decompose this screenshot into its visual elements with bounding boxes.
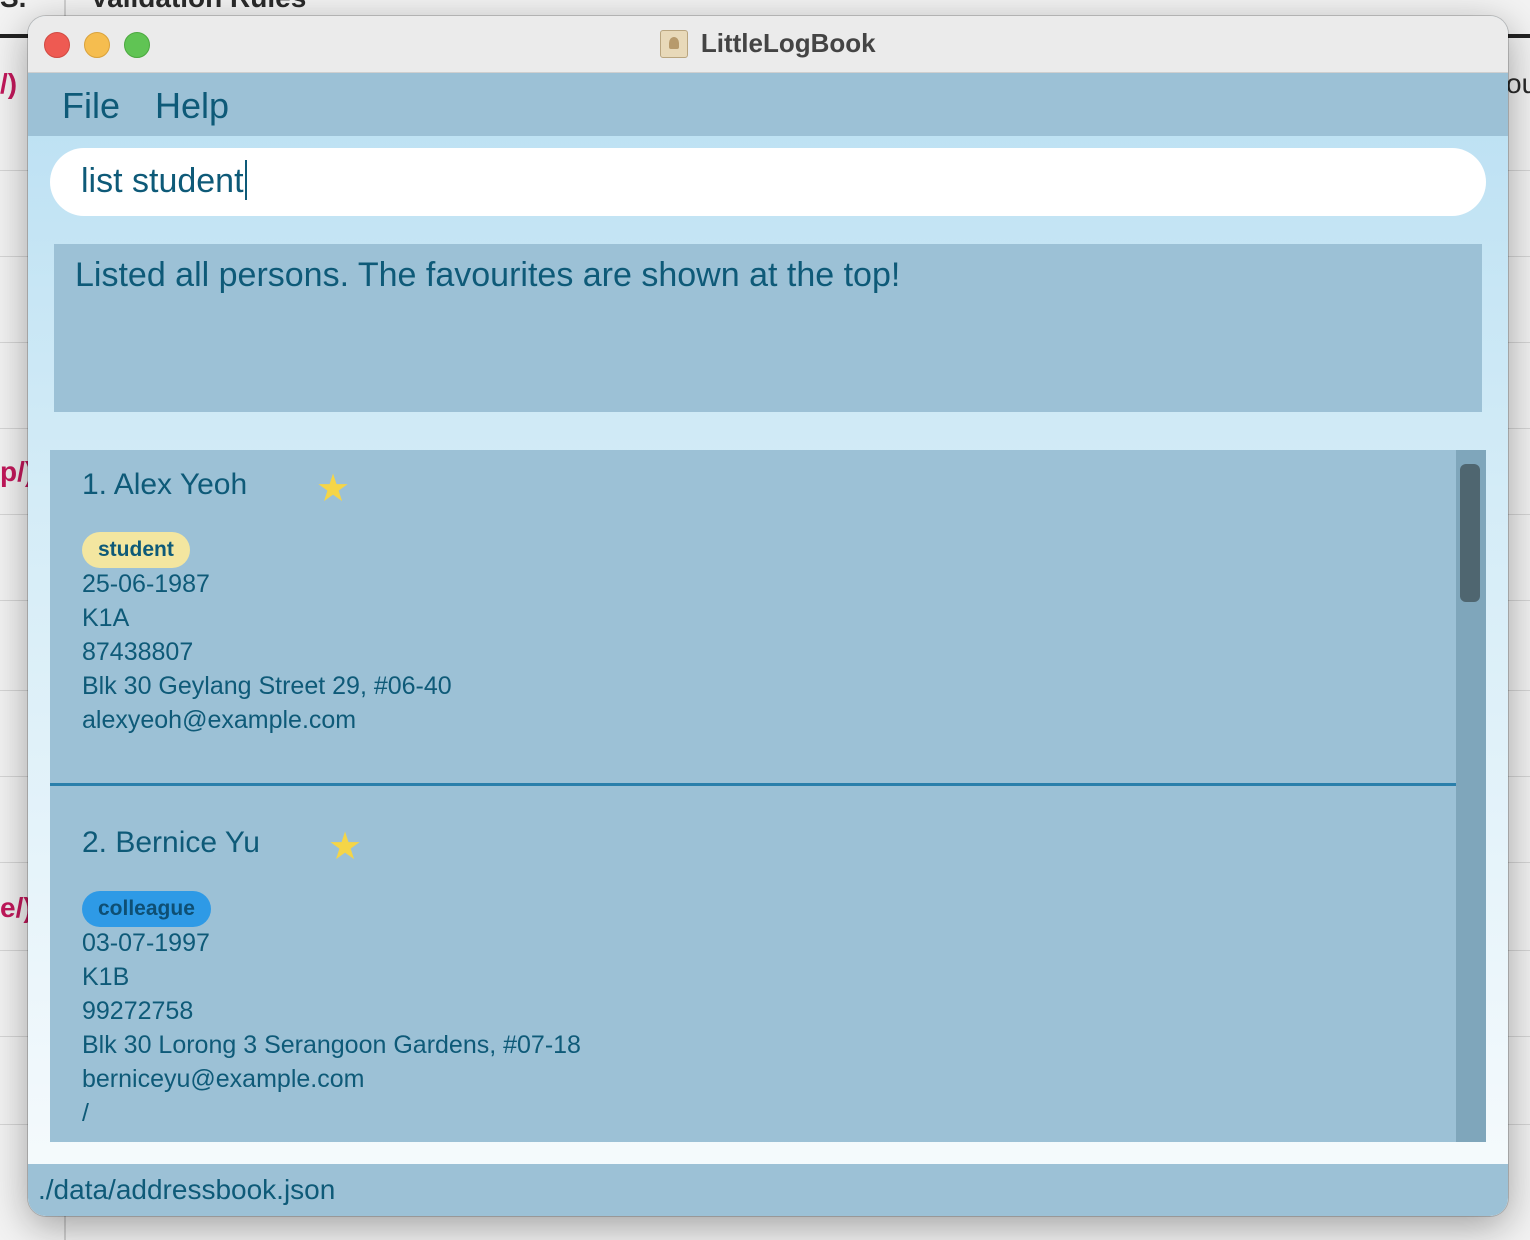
- person-birthday: 25-06-1987: [82, 570, 210, 598]
- person-card[interactable]: 1. Alex Yeoh ★ student 25-06-1987 K1A 87…: [50, 450, 1456, 786]
- person-address: Blk 30 Lorong 3 Serangoon Gardens, #07-1…: [82, 1031, 581, 1059]
- app-window: LittleLogBook File Help list student Lis…: [28, 16, 1508, 1216]
- background-fragment: ou: [1506, 68, 1530, 99]
- person-email: berniceyu@example.com: [82, 1065, 365, 1093]
- menu-file[interactable]: File: [62, 85, 120, 127]
- star-icon: ★: [316, 468, 351, 510]
- person-card[interactable]: 2. Bernice Yu ★ colleague 03-07-1997 K1B…: [50, 786, 1456, 1142]
- menu-help[interactable]: Help: [155, 85, 229, 127]
- background-rule: [0, 34, 30, 38]
- person-name: 1. Alex Yeoh: [82, 468, 248, 501]
- person-email: alexyeoh@example.com: [82, 706, 357, 734]
- person-name: 2. Bernice Yu: [82, 826, 260, 859]
- command-input[interactable]: list student: [50, 148, 1486, 216]
- scrollbar-thumb[interactable]: [1460, 464, 1480, 602]
- background-fragment: S.: [0, 0, 26, 14]
- text-caret: [244, 160, 247, 200]
- list-scrollbar[interactable]: [1456, 450, 1486, 1142]
- window-title-group: LittleLogBook: [28, 28, 1508, 59]
- person-birthday: 03-07-1997: [82, 929, 210, 957]
- menu-bar: File Help: [28, 73, 1508, 136]
- person-tag: student: [82, 532, 190, 568]
- person-class: K1A: [82, 604, 130, 632]
- person-phone: 99272758: [82, 997, 194, 1025]
- window-title: LittleLogBook: [700, 28, 876, 58]
- person-phone: 87438807: [82, 638, 194, 666]
- title-bar[interactable]: LittleLogBook: [28, 16, 1508, 73]
- background-fragment: /): [0, 68, 18, 99]
- person-class: K1B: [82, 963, 130, 991]
- address-book-icon: [660, 29, 689, 58]
- star-icon: ★: [328, 826, 363, 868]
- result-message: Listed all persons. The favourites are s…: [75, 256, 901, 294]
- person-list[interactable]: 1. Alex Yeoh ★ student 25-06-1987 K1A 87…: [50, 450, 1486, 1142]
- result-display: Listed all persons. The favourites are s…: [54, 244, 1482, 412]
- command-input-group: list student: [81, 160, 247, 201]
- person-tag: colleague: [82, 891, 211, 927]
- command-input-value: list student: [81, 162, 244, 200]
- status-file-path: ./data/addressbook.json: [38, 1174, 336, 1205]
- background-heading: Validation Rules: [90, 0, 306, 14]
- person-address: Blk 30 Geylang Street 29, #06-40: [82, 672, 452, 700]
- status-bar: ./data/addressbook.json: [28, 1164, 1508, 1216]
- background-rule: [1508, 34, 1530, 38]
- person-extra: /: [82, 1099, 89, 1127]
